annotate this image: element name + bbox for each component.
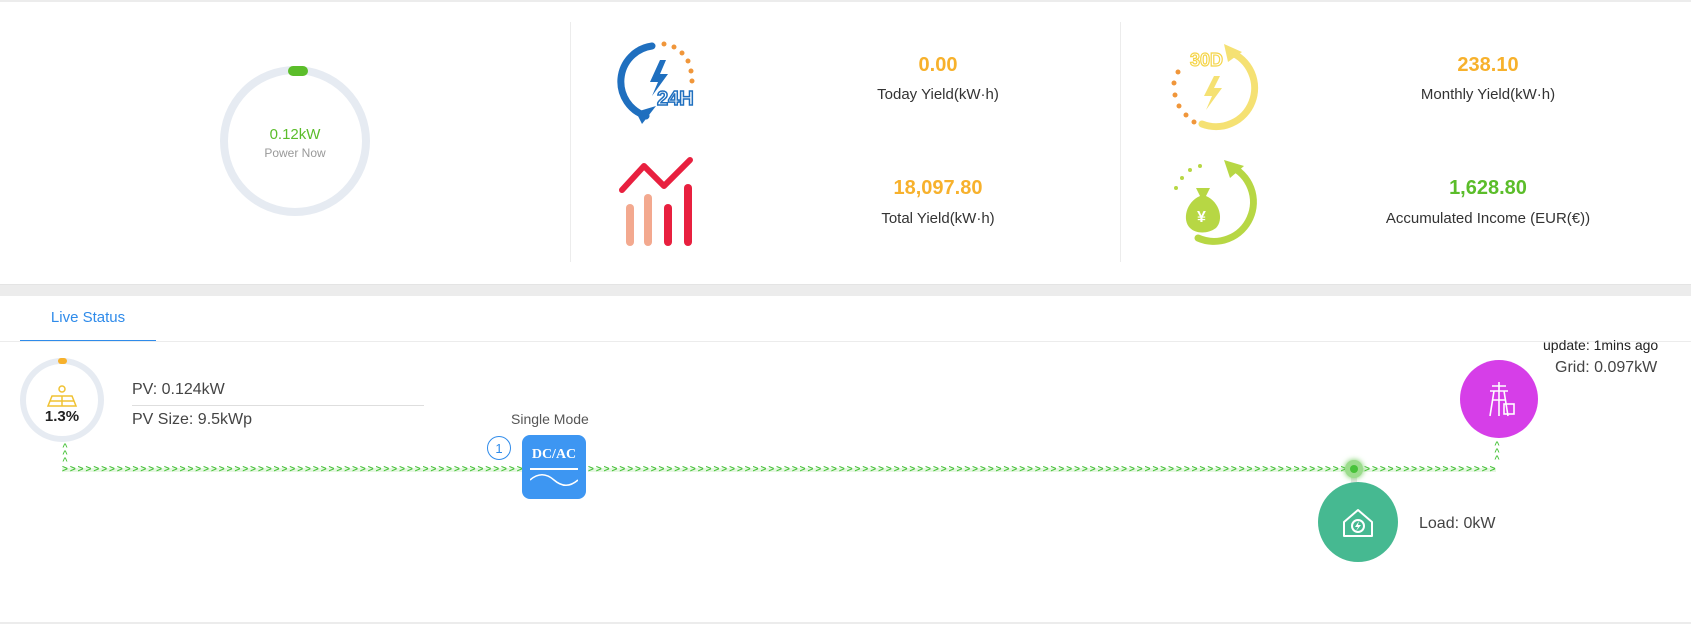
- summary-panel: 0.12kW Power Now 24H 0.00 Today Yield(kW…: [0, 2, 1691, 285]
- pv-power: PV: 0.124kW: [132, 381, 225, 398]
- solar-panel-icon: [46, 385, 78, 407]
- monthly-yield-label: Monthly Yield(kW·h): [1420, 86, 1556, 103]
- grid-update-time: update: 1mins ago: [1543, 337, 1659, 353]
- power-now-label: Power Now: [264, 146, 326, 160]
- junction-node: [1345, 460, 1363, 478]
- pv-gauge-indicator: [58, 358, 67, 364]
- live-status-panel: Live Status 1.3% PV: 0.124kW PV Size: 9.…: [0, 296, 1691, 622]
- tab-live-status[interactable]: Live Status: [20, 296, 156, 342]
- tab-underline: [0, 341, 1691, 342]
- load-power: Load: 0kW: [1419, 515, 1496, 532]
- grid-power: Grid: 0.097kW: [1555, 359, 1658, 376]
- pv-gauge: [20, 358, 104, 442]
- pv-size: PV Size: 9.5kWp: [132, 411, 253, 428]
- accumulated-income-value: 1,628.80: [1449, 177, 1527, 199]
- flow-riser-pv: ^ ^ ^: [62, 442, 68, 466]
- total-yield-value: 18,097.80: [893, 177, 983, 199]
- divider: [570, 22, 571, 262]
- svg-text:24H: 24H: [657, 88, 694, 110]
- inverter-label: DC/AC: [531, 447, 577, 462]
- monthly-yield-value: 238.10: [1457, 54, 1519, 76]
- pv-separator: [132, 405, 424, 406]
- inverter-mode: Single Mode: [511, 411, 589, 427]
- flow-riser-grid: ^ ^ ^: [1494, 440, 1500, 464]
- home-load-icon[interactable]: [1318, 482, 1398, 562]
- accumulated-income-label: Accumulated Income (EUR(€)): [1385, 210, 1591, 227]
- svg-text:¥: ¥: [1197, 209, 1206, 226]
- total-yield-label: Total Yield(kW·h): [881, 210, 995, 227]
- money-bag-icon: ¥: [1174, 160, 1257, 245]
- divider: [1120, 22, 1121, 262]
- 30d-lightning-icon: 30D: [1171, 44, 1259, 131]
- svg-text:30D: 30D: [1190, 50, 1223, 70]
- power-now-value: 0.12kW: [269, 126, 321, 143]
- inverter-index-badge: 1: [487, 436, 511, 460]
- inverter-icon[interactable]: DC/AC: [522, 435, 586, 499]
- grid-icon[interactable]: [1460, 360, 1538, 438]
- flow-line-pv-inverter: >>>>>>>>>>>>>>>>>>>>>>>>>>>>>>>>>>>>>>>>…: [62, 465, 522, 475]
- pv-percent: 1.3%: [44, 408, 80, 425]
- today-yield-value: 0.00: [918, 54, 958, 76]
- bar-trend-chart-icon: [619, 157, 693, 246]
- today-yield-label: Today Yield(kW·h): [877, 86, 999, 103]
- power-gauge-indicator: [288, 66, 308, 76]
- 24h-lightning-icon: 24H: [617, 41, 695, 124]
